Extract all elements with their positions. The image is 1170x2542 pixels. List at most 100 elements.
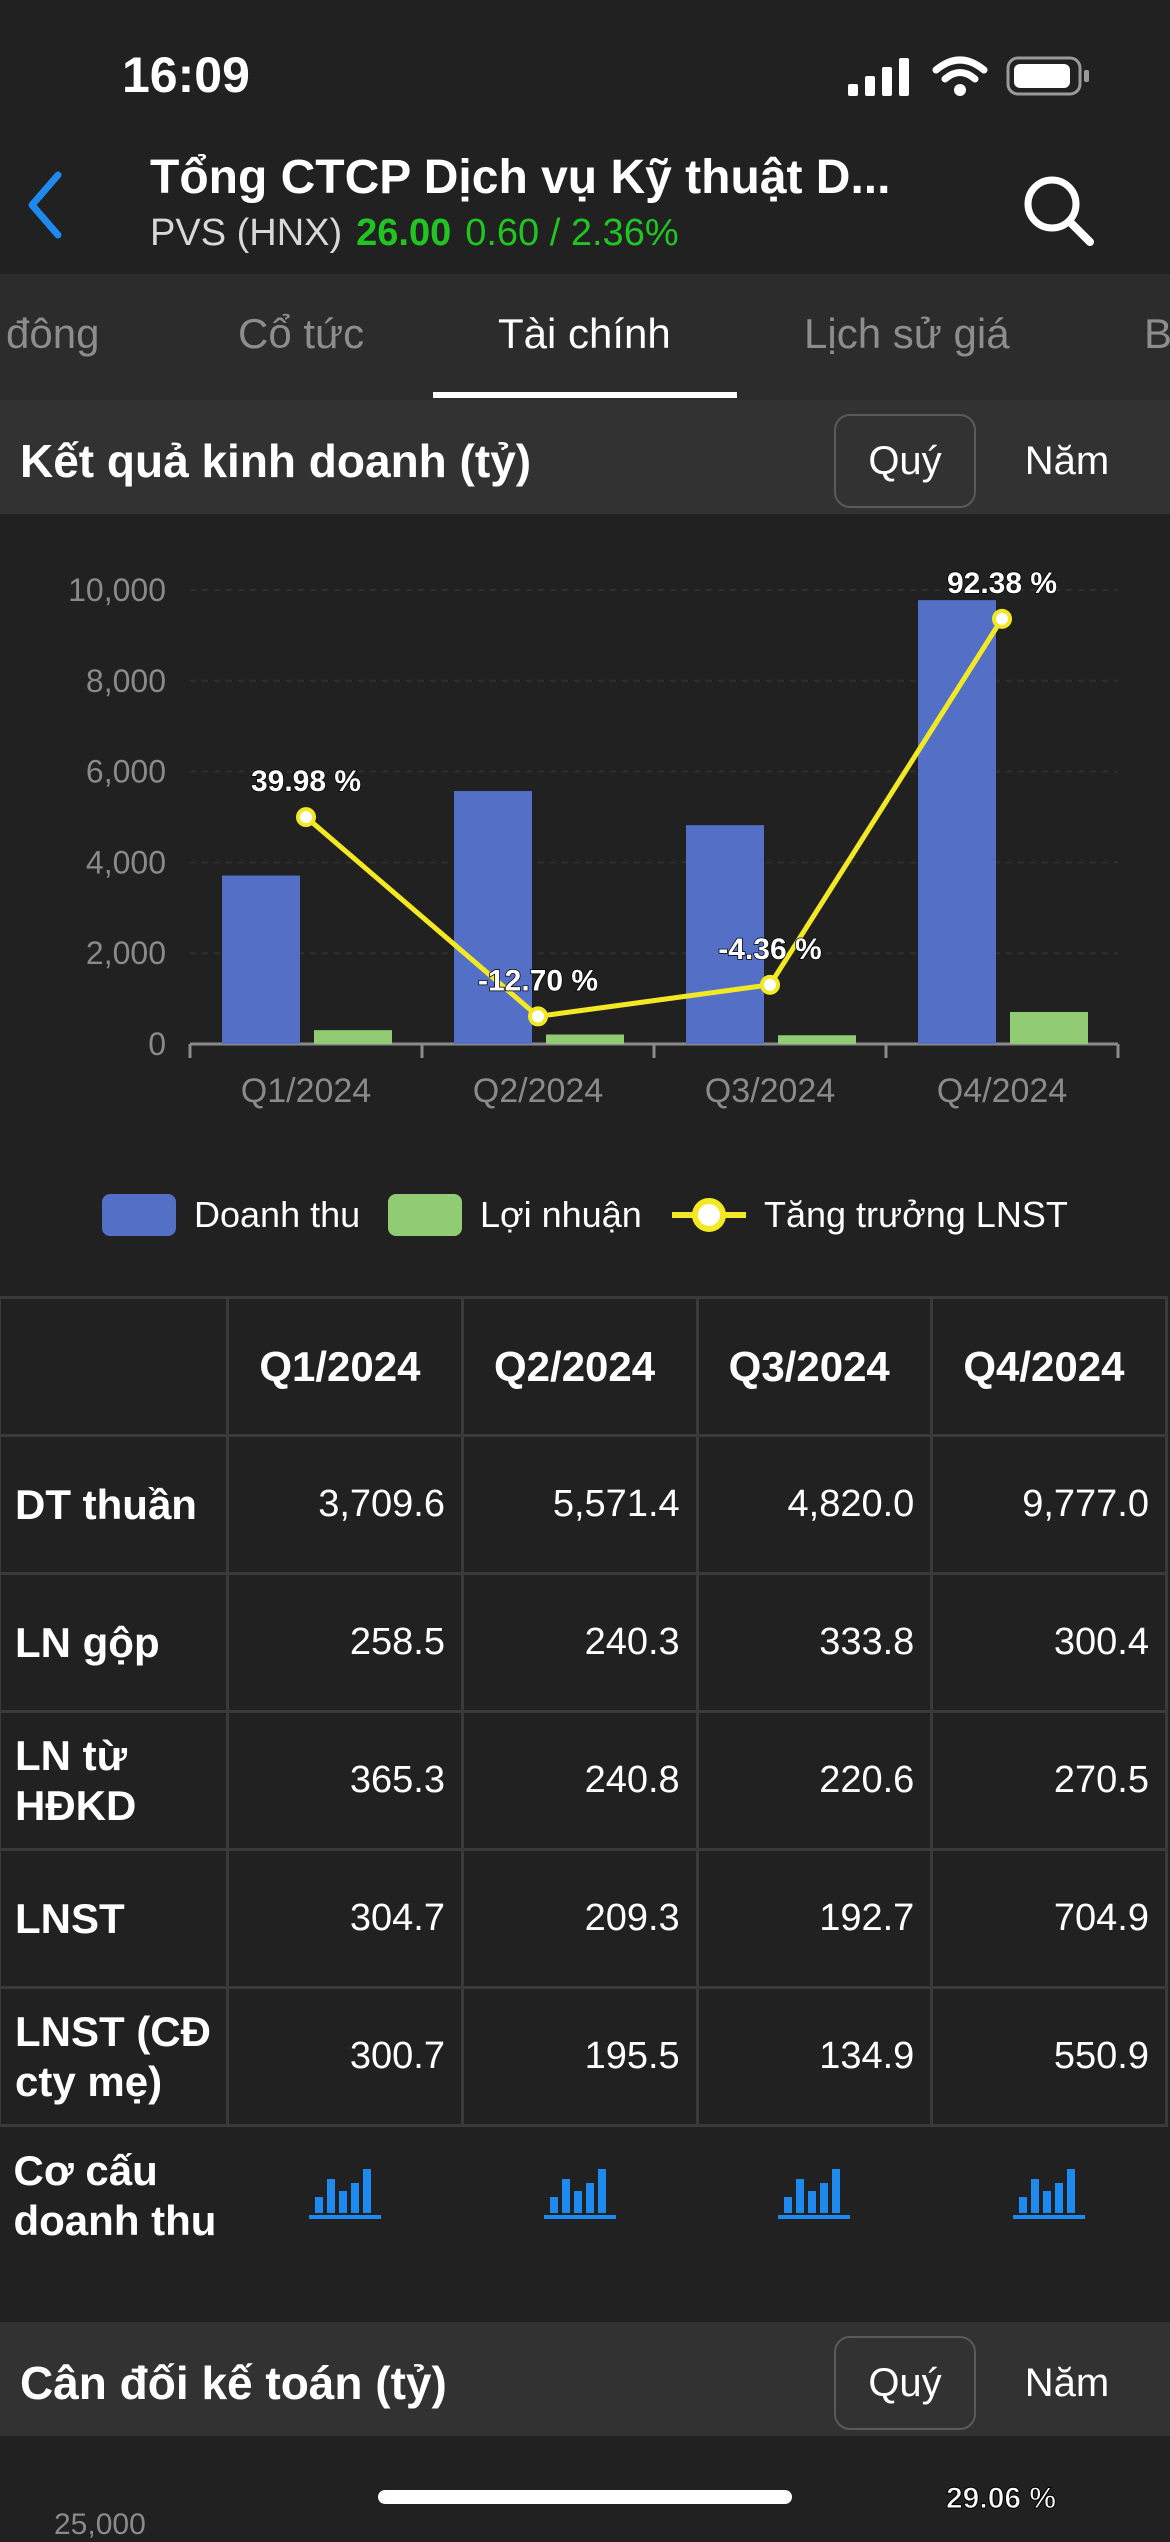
profit-bar xyxy=(314,1030,392,1044)
cell-value: 9,777.0 xyxy=(930,1434,1168,1575)
section-title: Kết quả kinh doanh (tỷ) xyxy=(20,435,532,487)
row-label: LN gộp xyxy=(0,1572,230,1713)
legend-growth[interactable]: Tăng trưởng LNST xyxy=(672,1194,1068,1236)
structure-chart-button-q3[interactable] xyxy=(697,2124,932,2252)
y-tick-label: 4,000 xyxy=(86,844,166,880)
table-row-structure: Cơ cấu doanh thu xyxy=(0,2124,1167,2252)
cell-value: 300.7 xyxy=(226,1986,464,2127)
structure-chart-button-q2[interactable] xyxy=(462,2124,698,2252)
legend-label: Doanh thu xyxy=(194,1194,361,1235)
tab-financials[interactable]: Tài chính xyxy=(498,310,671,358)
cell-value: 134.9 xyxy=(695,1986,934,2127)
structure-chart-button-q4[interactable] xyxy=(931,2124,1167,2252)
y-tick-label: 10,000 xyxy=(68,572,166,608)
cell-value: 304.7 xyxy=(226,1848,464,1989)
stock-quote: PVS (HNX) 26.00 0.60 / 2.36% xyxy=(150,212,679,255)
revenue-bar xyxy=(918,600,996,1044)
cell-value: 333.8 xyxy=(695,1572,934,1713)
y-tick-label: 6,000 xyxy=(86,754,166,790)
growth-point xyxy=(528,1006,548,1027)
growth-data-label: -4.36 % xyxy=(718,933,821,966)
profit-bar xyxy=(1010,1011,1088,1044)
cell-value: 5,571.4 xyxy=(461,1434,699,1575)
table-row: LNST (CĐ cty mẹ) 300.7 195.5 134.9 550.9 xyxy=(0,1986,1168,2127)
column-header: Q1/2024 xyxy=(226,1296,464,1437)
table-row: LN từ HĐKD 365.3 240.8 220.6 270.5 xyxy=(0,1710,1168,1851)
profit-bar xyxy=(778,1035,856,1044)
x-tick-label: Q2/2024 xyxy=(473,1072,603,1110)
balance-chart-tick: 25,000 xyxy=(54,2508,146,2541)
table-header-row: Q1/2024 Q2/2024 Q3/2024 Q4/2024 xyxy=(0,1296,1168,1437)
column-header: Q2/2024 xyxy=(461,1296,699,1437)
row-label: LN từ HĐKD xyxy=(0,1710,230,1851)
year-toggle[interactable]: Năm xyxy=(992,414,1142,508)
x-tick-label: Q4/2024 xyxy=(937,1072,1067,1110)
growth-point xyxy=(760,974,780,995)
row-label: LNST xyxy=(0,1848,230,1989)
cell-value: 550.9 xyxy=(930,1986,1168,2127)
chart-legend: Doanh thu Lợi nhuận Tăng trưởng LNST xyxy=(0,1180,1170,1260)
bar-chart-icon xyxy=(309,2169,382,2220)
legend-revenue[interactable]: Doanh thu xyxy=(102,1194,360,1236)
profit-bar xyxy=(546,1034,624,1044)
section-title: Cân đối kế toán (tỷ) xyxy=(20,2357,447,2409)
cell-value: 195.5 xyxy=(461,1986,699,2127)
home-indicator xyxy=(378,2490,792,2504)
cellular-signal-icon xyxy=(848,58,909,96)
legend-swatch-revenue xyxy=(102,1194,176,1236)
legend-line-marker-icon xyxy=(672,1198,746,1232)
section-header-income: Kết quả kinh doanh (tỷ) Quý Năm xyxy=(0,400,1170,514)
income-chart: 0 2,000 4,000 6,000 8,000 10,000 Q1/2024 Q2/202… xyxy=(68,566,1120,1110)
cell-value: 704.9 xyxy=(930,1848,1168,1989)
legend-profit[interactable]: Lợi nhuận xyxy=(388,1194,642,1236)
tab-bar: đông Cổ tức Tài chính Lịch sử giá B xyxy=(0,274,1170,404)
column-header: Q3/2024 xyxy=(695,1296,934,1437)
quarter-toggle[interactable]: Quý xyxy=(834,414,976,508)
legend-label: Tăng trưởng LNST xyxy=(764,1194,1068,1235)
table-corner xyxy=(0,1296,230,1437)
price-value: 26.00 xyxy=(356,212,452,254)
row-label: Cơ cấu doanh thu xyxy=(0,2124,228,2252)
year-toggle[interactable]: Năm xyxy=(992,2336,1142,2430)
search-icon[interactable] xyxy=(1018,170,1098,250)
tab-shareholders[interactable]: đông xyxy=(6,310,99,358)
wifi-icon xyxy=(932,56,988,96)
bar-chart-icon xyxy=(543,2169,616,2220)
tab-dividends[interactable]: Cổ tức xyxy=(238,310,364,358)
y-tick-label: 0 xyxy=(148,1026,166,1062)
growth-point xyxy=(296,807,316,828)
row-label: DT thuần xyxy=(0,1434,230,1575)
cell-value: 220.6 xyxy=(695,1710,934,1851)
financial-table: Q1/2024 Q2/2024 Q3/2024 Q4/2024 DT thuần… xyxy=(0,1296,1170,2252)
growth-data-label: 92.38 % xyxy=(947,567,1057,600)
quarter-toggle[interactable]: Quý xyxy=(834,2336,976,2430)
balance-chart-growth-label: 29.06 % xyxy=(945,2482,1057,2516)
x-tick-label: Q3/2024 xyxy=(705,1072,835,1110)
bar-chart-icon xyxy=(778,2169,851,2220)
cell-value: 209.3 xyxy=(461,1848,699,1989)
table-row: DT thuần 3,709.6 5,571.4 4,820.0 9,777.0 xyxy=(0,1434,1168,1575)
cell-value: 240.8 xyxy=(461,1710,699,1851)
cell-value: 270.5 xyxy=(930,1710,1168,1851)
legend-swatch-profit xyxy=(388,1194,462,1236)
y-tick-label: 2,000 xyxy=(86,935,166,971)
price-change: 0.60 / 2.36% xyxy=(465,212,679,254)
page-title: Tổng CTCP Dịch vụ Kỹ thuật D... xyxy=(150,151,891,204)
revenue-bar xyxy=(222,875,300,1044)
tab-more[interactable]: B xyxy=(1144,310,1170,358)
cell-value: 192.7 xyxy=(695,1848,934,1989)
structure-chart-button-q1[interactable] xyxy=(227,2124,463,2252)
cell-value: 3,709.6 xyxy=(226,1434,464,1575)
bar-chart-icon xyxy=(1013,2169,1086,2220)
status-time: 16:09 xyxy=(122,47,250,103)
growth-line xyxy=(304,617,1005,1020)
back-chevron-icon[interactable] xyxy=(20,165,70,245)
cell-value: 300.4 xyxy=(930,1572,1168,1713)
cell-value: 365.3 xyxy=(226,1710,464,1851)
ticker-label: PVS (HNX) xyxy=(150,212,343,254)
y-tick-label: 8,000 xyxy=(86,663,166,699)
column-header: Q4/2024 xyxy=(930,1296,1168,1437)
tab-price-history[interactable]: Lịch sử giá xyxy=(804,310,1010,358)
x-tick-label: Q1/2024 xyxy=(241,1072,371,1110)
section-header-balance: Cân đối kế toán (tỷ) Quý Năm xyxy=(0,2322,1170,2436)
